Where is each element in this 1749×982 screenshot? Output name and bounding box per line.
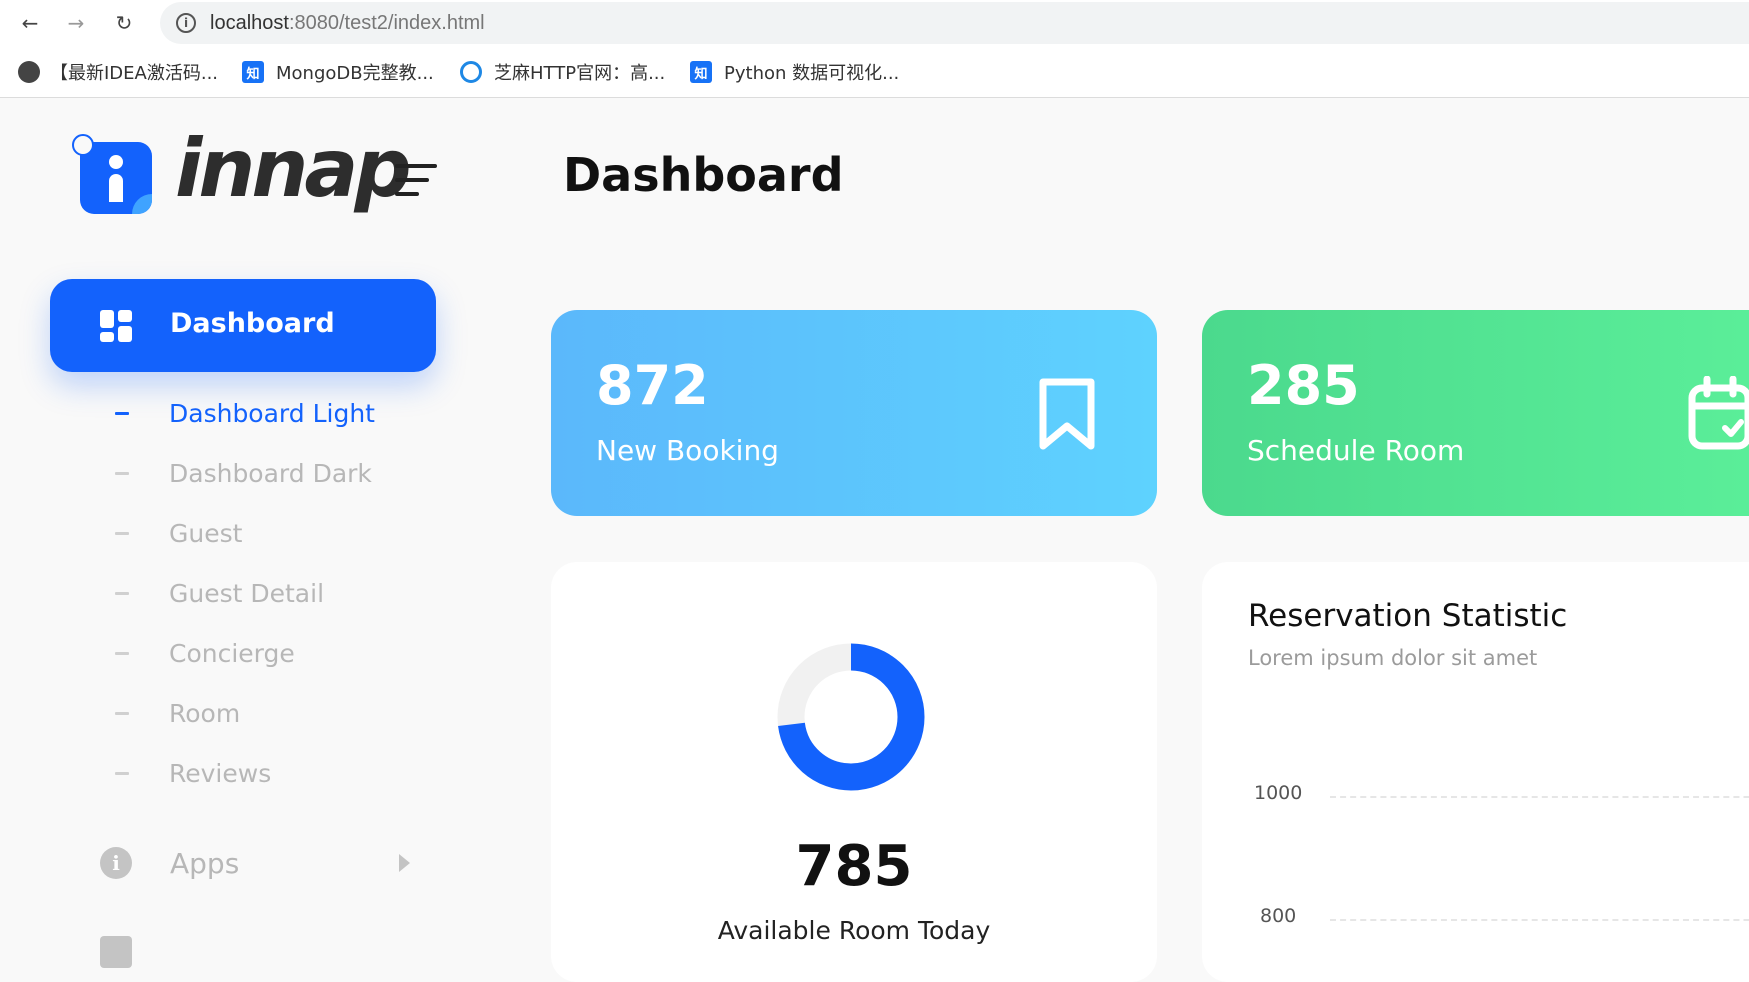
sidebar-subitem-dashboard-dark[interactable]: Dashboard Dark [115, 453, 445, 493]
sidebar-subitem-reviews[interactable]: Reviews [115, 753, 445, 793]
dash-marker [115, 531, 129, 535]
zhihu-icon: 知 [690, 61, 712, 83]
stat-label: Schedule Room [1247, 434, 1465, 467]
subitem-label: Guest Detail [169, 578, 325, 608]
stat-value: 872 [596, 354, 709, 417]
subitem-label: Dashboard Light [169, 398, 375, 428]
sidebar-subitem-guest[interactable]: Guest [115, 513, 445, 553]
bookmark-label: 【最新IDEA激活码... [50, 63, 219, 84]
sidebar-group-apps[interactable]: i Apps [100, 841, 410, 885]
subitem-label: Concierge [169, 638, 295, 668]
dash-marker [115, 471, 129, 475]
bookmark-item[interactable]: 芝麻HTTP官网：高... [460, 59, 665, 85]
stat-value: 285 [1247, 354, 1360, 417]
sidebar-subitem-guest-detail[interactable]: Guest Detail [115, 573, 445, 613]
chevron-right-icon [399, 854, 410, 872]
stat-card-new-booking[interactable]: 872 New Booking [551, 310, 1157, 516]
dash-marker [115, 651, 129, 655]
group-label: Apps [170, 846, 240, 880]
logo-arc [72, 134, 94, 156]
subitem-label: Dashboard Dark [169, 458, 372, 488]
bookmark-item[interactable]: 知 MongoDB完整教... [242, 59, 434, 85]
forward-arrow-icon[interactable]: → [58, 8, 94, 38]
url-host: localhost [210, 12, 289, 34]
sidebar-group-partial[interactable] [100, 930, 410, 974]
y-tick-label: 800 [1260, 905, 1297, 927]
available-room-label: Available Room Today [717, 916, 991, 945]
dash-marker [115, 771, 129, 775]
dash-marker [115, 411, 129, 415]
brand-name[interactable]: innap [175, 122, 412, 215]
back-arrow-icon[interactable]: ← [12, 8, 48, 38]
subitem-label: Reviews [169, 758, 272, 788]
address-bar[interactable]: i localhost:8080/test2/index.html [160, 2, 1749, 44]
reservation-subtitle: Lorem ipsum dolor sit amet [1248, 646, 1538, 670]
bookmark-label: 芝麻HTTP官网：高... [494, 63, 666, 84]
available-room-value: 785 [795, 834, 913, 899]
page-title: Dashboard [563, 148, 844, 202]
info-icon: i [100, 847, 132, 879]
dash-marker [115, 711, 129, 715]
sidebar-item-label: Dashboard [170, 308, 335, 339]
reload-icon[interactable]: ↻ [106, 8, 142, 38]
sidebar-item-dashboard[interactable]: Dashboard [50, 279, 436, 372]
dash-marker [115, 591, 129, 595]
gridline [1330, 919, 1749, 921]
chart-icon [100, 936, 132, 968]
logo-icon[interactable] [72, 134, 152, 214]
bookmark-icon [1039, 378, 1095, 450]
bookmark-item[interactable]: 知 Python 数据可视化... [690, 59, 899, 85]
globe-icon [18, 61, 40, 83]
gridline [1330, 796, 1749, 798]
menu-toggle-icon[interactable] [395, 162, 437, 198]
zhihu-icon: 知 [242, 61, 264, 83]
sidebar-subitem-dashboard-light[interactable]: Dashboard Light [115, 393, 445, 433]
sidebar-subitem-room[interactable]: Room [115, 693, 445, 733]
available-room-donut [777, 643, 925, 791]
browser-chrome: ← → ↻ i localhost:8080/test2/index.html … [0, 0, 1749, 98]
y-tick-label: 1000 [1254, 782, 1303, 804]
stat-card-schedule-room[interactable]: 285 Schedule Room [1202, 310, 1749, 516]
url-path: :8080/test2/index.html [288, 12, 485, 34]
logo-stem [109, 174, 123, 202]
sidebar-subitem-concierge[interactable]: Concierge [115, 633, 445, 673]
bookmark-label: MongoDB完整教... [276, 63, 434, 84]
ring-icon [460, 61, 482, 83]
reservation-title: Reservation Statistic [1248, 598, 1568, 634]
logo-dot [109, 155, 123, 169]
dashboard-grid-icon [100, 310, 132, 342]
calendar-check-icon [1688, 376, 1749, 450]
reservation-statistic-panel: Reservation Statistic Lorem ipsum dolor … [1202, 562, 1749, 982]
subitem-label: Guest [169, 518, 243, 548]
subitem-label: Room [169, 698, 241, 728]
stat-label: New Booking [596, 434, 779, 467]
url-text[interactable]: localhost:8080/test2/index.html [210, 12, 485, 35]
bookmark-item[interactable]: 【最新IDEA激活码... [18, 59, 218, 85]
bookmarks-bar: 【最新IDEA激活码... 知 MongoDB完整教... 芝麻HTTP官网：高… [0, 55, 1749, 89]
bookmark-label: Python 数据可视化... [724, 63, 900, 84]
available-room-panel: 785 Available Room Today [551, 562, 1157, 982]
logo-corner [132, 194, 152, 214]
site-info-icon[interactable]: i [176, 13, 196, 33]
